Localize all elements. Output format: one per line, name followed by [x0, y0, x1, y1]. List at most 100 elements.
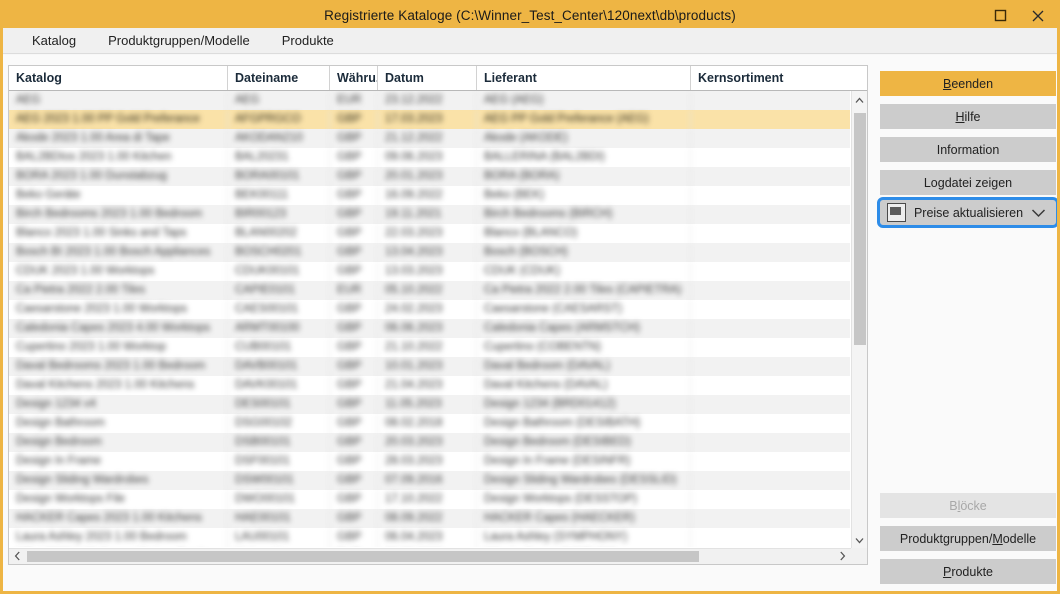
table-cell-kernsortiment [690, 243, 850, 262]
table-row[interactable]: Daval Bedrooms 2023 1.00 BedroomDAVB0010… [9, 357, 850, 376]
table-cell-kernsortiment [690, 433, 850, 452]
table-cell-dateiname: BLAN00202 [227, 224, 329, 243]
table-cell-kernsortiment [690, 414, 850, 433]
table-row[interactable]: Birch Bedrooms 2023 1.00 BedroomBIR00123… [9, 205, 850, 224]
table-row[interactable]: AEG 2023 1.00 PP Gold PreferanceAFGPRGCO… [9, 110, 850, 129]
column-header-katalog[interactable]: Katalog [9, 66, 227, 90]
column-header-dateiname[interactable]: Dateiname [227, 66, 329, 90]
table-cell-kernsortiment [690, 452, 850, 471]
table-row[interactable]: BORA 2023 1.00 DunstabzugBORA00101GBP20.… [9, 167, 850, 186]
table-row[interactable]: Design Worktops FileDWO00101GBP17.10.202… [9, 490, 850, 509]
table-cell-datum: 20.03.2023 [377, 433, 476, 452]
scroll-down-button[interactable] [852, 531, 867, 548]
scroll-up-button[interactable] [852, 91, 867, 108]
table-cell-kernsortiment [690, 528, 850, 547]
column-header-lieferant[interactable]: Lieferant [476, 66, 690, 90]
table-cell-lieferant: Design Bathroom (DESIBATH) [476, 414, 690, 433]
produktgruppen-modelle-button[interactable]: Produktgruppen/Modelle [880, 526, 1056, 551]
menu-item-produkte[interactable]: Produkte [271, 30, 345, 51]
vertical-scroll-thumb[interactable] [854, 113, 866, 345]
table-row[interactable]: Bosch BI 2023 1.00 Bosch AppliancesBOSCH… [9, 243, 850, 262]
table-cell-dateiname: BAL20231 [227, 148, 329, 167]
table-cell-datum: 09.06.2023 [377, 148, 476, 167]
table-cell-katalog: Beko Geräte [9, 186, 227, 205]
preise-aktualisieren-button[interactable]: Preise aktualisieren [877, 197, 1059, 228]
table-vertical-scrollbar[interactable] [851, 91, 867, 548]
table-row[interactable]: Blanco 2023 1.00 Sinks and TapsBLAN00202… [9, 224, 850, 243]
close-button[interactable] [1019, 3, 1057, 28]
logdatei-zeigen-button[interactable]: Logdatei zeigen [880, 170, 1056, 195]
table-cell-kernsortiment [690, 509, 850, 528]
table-cell-datum: 23.12.2022 [377, 91, 476, 110]
table-row[interactable]: Beko GeräteBEK00111GBP16.09.2022Beko (BE… [9, 186, 850, 205]
table-horizontal-scrollbar[interactable] [9, 548, 851, 564]
table-row[interactable]: CDUK 2023 1.00 WorktopsCDUK00101GBP13.03… [9, 262, 850, 281]
table-row[interactable]: Ca Pietra 2022 2.00 TilesCAPIE0101EUR05.… [9, 281, 850, 300]
table-cell-datum: 24.02.2023 [377, 300, 476, 319]
table-cell-kernsortiment [690, 319, 850, 338]
table-cell-datum: 22.03.2023 [377, 224, 476, 243]
table-cell-waehrung: GBP [329, 471, 377, 490]
table-row[interactable]: BAL2BDIos 2023 1.00 KitchenBAL20231GBP09… [9, 148, 850, 167]
chevron-down-icon[interactable] [1031, 208, 1046, 218]
table-cell-katalog: Design In Frame [9, 452, 227, 471]
table-cell-katalog: Cupertino 2023 1.00 Worktop [9, 338, 227, 357]
column-header-kernsortiment[interactable]: Kernsortiment [690, 66, 852, 90]
table-row[interactable]: AEGAEGEUR23.12.2022AEG (AEG) [9, 91, 850, 110]
table-cell-kernsortiment [690, 205, 850, 224]
table-row[interactable]: Design Sliding WardrobesDSW00101GBP07.09… [9, 471, 850, 490]
table-cell-lieferant: Caesarstone (CAESARST) [476, 300, 690, 319]
table-row[interactable]: Design BedroomDSB00101GBP20.03.2023Desig… [9, 433, 850, 452]
hilfe-button[interactable]: Hilfe [880, 104, 1056, 129]
table-cell-datum: 28.03.2023 [377, 452, 476, 471]
horizontal-scroll-thumb[interactable] [27, 551, 699, 562]
table-cell-datum: 20.01.2023 [377, 167, 476, 186]
table-cell-lieferant: Laura Ashley (SYMPHONY) [476, 528, 690, 547]
table-row[interactable]: Akode 2023 1.00 Area di TapeAKODAN210GBP… [9, 129, 850, 148]
table-cell-katalog: BAL2BDIos 2023 1.00 Kitchen [9, 148, 227, 167]
table-cell-katalog: Design Worktops File [9, 490, 227, 509]
table-cell-kernsortiment [690, 224, 850, 243]
table-cell-datum: 05.10.2022 [377, 281, 476, 300]
information-button[interactable]: Information [880, 137, 1056, 162]
table-cell-lieferant: HACKER Capes (HAECKER) [476, 509, 690, 528]
table-cell-dateiname: DSB00101 [227, 433, 329, 452]
table-row[interactable]: Laura Ashley 2023 1.00 BedroomLAU00101GB… [9, 528, 850, 547]
table-row[interactable]: Design In FrameDSF00101GBP28.03.2023Desi… [9, 452, 850, 471]
table-cell-kernsortiment [690, 471, 850, 490]
table-cell-waehrung: GBP [329, 338, 377, 357]
table-row[interactable]: Design BathroomDSG00102GBP08.02.2018Desi… [9, 414, 850, 433]
table-row[interactable]: HACKER Capes 2023 1.00 KitchensHAE00101G… [9, 509, 850, 528]
table-row[interactable]: Design 1234 v4DES00101GBP11.05.2023Desig… [9, 395, 850, 414]
table-cell-waehrung: GBP [329, 433, 377, 452]
table-cell-kernsortiment [690, 129, 850, 148]
scroll-right-button[interactable] [834, 549, 851, 564]
table-cell-katalog: Akode 2023 1.00 Area di Tape [9, 129, 227, 148]
close-icon [1031, 9, 1045, 23]
table-cell-kernsortiment [690, 395, 850, 414]
table-cell-lieferant: Design 1234 (BRD01412) [476, 395, 690, 414]
table-row[interactable]: Cupertino 2023 1.00 WorktopCUB00101GBP21… [9, 338, 850, 357]
column-header-w-hru[interactable]: Währu... [329, 66, 377, 90]
table-cell-katalog: Design 1234 v4 [9, 395, 227, 414]
table-cell-katalog: Daval Kitchens 2023 1.00 Kitchens [9, 376, 227, 395]
scroll-left-button[interactable] [9, 549, 26, 564]
menu-item-katalog[interactable]: Katalog [21, 30, 87, 51]
table-cell-dateiname: DES00101 [227, 395, 329, 414]
table-cell-lieferant: Caledonia Capes (ARMSTCH) [476, 319, 690, 338]
produkte-button[interactable]: Produkte [880, 559, 1056, 584]
column-header-datum[interactable]: Datum [377, 66, 476, 90]
table-cell-dateiname: DSW00101 [227, 471, 329, 490]
workspace: KatalogDateinameWähru...DatumLieferantKe… [3, 55, 1057, 591]
table-row[interactable]: Caledonia Capes 2023 4.00 WorktopsARMT00… [9, 319, 850, 338]
table-row[interactable]: Daval Kitchens 2023 1.00 KitchensDAVK001… [9, 376, 850, 395]
beenden-button[interactable]: Beenden [880, 71, 1056, 96]
table-body[interactable]: AEGAEGEUR23.12.2022AEG (AEG)AEG 2023 1.0… [9, 91, 850, 547]
menu-item-produktgruppen-modelle[interactable]: Produktgruppen/Modelle [97, 30, 261, 51]
table-cell-waehrung: GBP [329, 224, 377, 243]
table-row[interactable]: Caesarstone 2023 1.00 WorktopsCAES00101G… [9, 300, 850, 319]
maximize-button[interactable] [981, 3, 1019, 28]
table-cell-kernsortiment [690, 490, 850, 509]
table-cell-kernsortiment [690, 376, 850, 395]
table-cell-kernsortiment [690, 148, 850, 167]
